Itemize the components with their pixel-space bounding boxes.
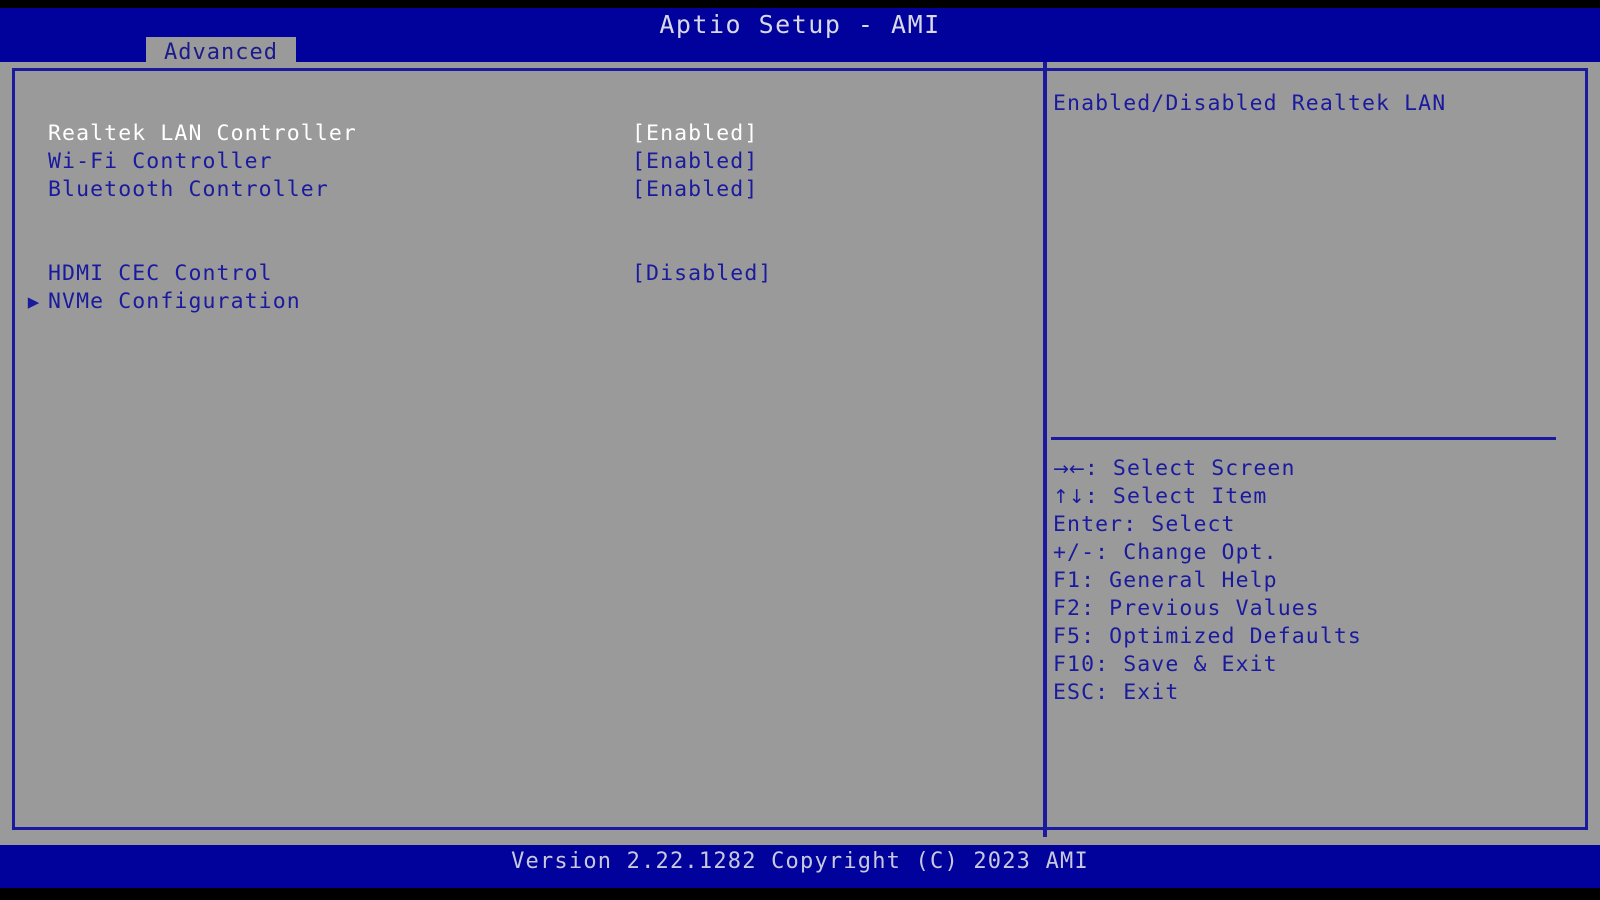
key-legend-row: Enter: Select xyxy=(1053,511,1593,539)
key-legend-label: +/-: Change Opt. xyxy=(1053,540,1278,565)
key-legend-label: ESC: Exit xyxy=(1053,680,1180,705)
setting-row[interactable]: Wi-Fi Controller [Enabled] xyxy=(0,148,1020,176)
footer-version-text: Version 2.22.1282 Copyright (C) 2023 AMI xyxy=(511,849,1089,874)
arrow-keys-icon: →← xyxy=(1053,458,1085,480)
footer-black-strip xyxy=(0,888,1600,900)
key-legend-label: : Select Screen xyxy=(1084,456,1296,481)
key-legend-row: ↑↓: Select Item xyxy=(1053,483,1593,511)
key-legend-label: F2: Previous Values xyxy=(1053,596,1320,621)
arrow-keys-icon: ↑↓ xyxy=(1053,486,1085,508)
key-legend-row: +/-: Change Opt. xyxy=(1053,539,1593,567)
key-legend-row: F2: Previous Values xyxy=(1053,595,1593,623)
setting-label: Wi-Fi Controller xyxy=(48,149,273,174)
help-description: Enabled/Disabled Realtek LAN xyxy=(1053,91,1447,116)
setting-label: Bluetooth Controller xyxy=(48,177,329,202)
setting-value[interactable]: [Disabled] xyxy=(632,260,772,288)
setting-value[interactable]: [Enabled] xyxy=(632,120,758,148)
setting-row[interactable]: ▶ NVMe Configuration xyxy=(0,288,1020,316)
setting-value[interactable]: [Enabled] xyxy=(632,176,758,204)
key-legend-row: F5: Optimized Defaults xyxy=(1053,623,1593,651)
key-legend-label: F5: Optimized Defaults xyxy=(1053,624,1362,649)
submenu-arrow-icon: ▶ xyxy=(27,291,41,313)
setting-value[interactable]: [Enabled] xyxy=(632,148,758,176)
setting-row[interactable]: Realtek LAN Controller [Enabled] xyxy=(0,120,1020,148)
key-legend-row: ESC: Exit xyxy=(1053,679,1593,707)
settings-list: Realtek LAN Controller [Enabled] Wi-Fi Con… xyxy=(0,62,1043,837)
key-legend-label: F10: Save & Exit xyxy=(1053,652,1278,677)
help-separator xyxy=(1051,437,1556,440)
setting-label: NVMe Configuration xyxy=(48,289,301,314)
footer-gap xyxy=(0,837,1600,845)
setting-row[interactable]: Bluetooth Controller [Enabled] xyxy=(0,176,1020,204)
help-pane: Enabled/Disabled Realtek LAN →←: Select … xyxy=(1047,62,1600,837)
setting-row[interactable]: HDMI CEC Control [Disabled] xyxy=(0,260,1020,288)
setting-label: Realtek LAN Controller xyxy=(48,121,357,146)
bios-setup-screen: Aptio Setup - AMI Advanced Realtek LAN C… xyxy=(0,0,1600,900)
key-legend-label: Enter: Select xyxy=(1053,512,1236,537)
key-legend-label: F1: General Help xyxy=(1053,568,1278,593)
key-legend: →←: Select Screen ↑↓: Select Item Enter: S… xyxy=(1053,455,1593,707)
key-legend-row: F1: General Help xyxy=(1053,567,1593,595)
key-legend-label: : Select Item xyxy=(1084,484,1268,509)
setting-label: HDMI CEC Control xyxy=(48,261,273,286)
key-legend-row: F10: Save & Exit xyxy=(1053,651,1593,679)
key-legend-row: →←: Select Screen xyxy=(1053,455,1593,483)
